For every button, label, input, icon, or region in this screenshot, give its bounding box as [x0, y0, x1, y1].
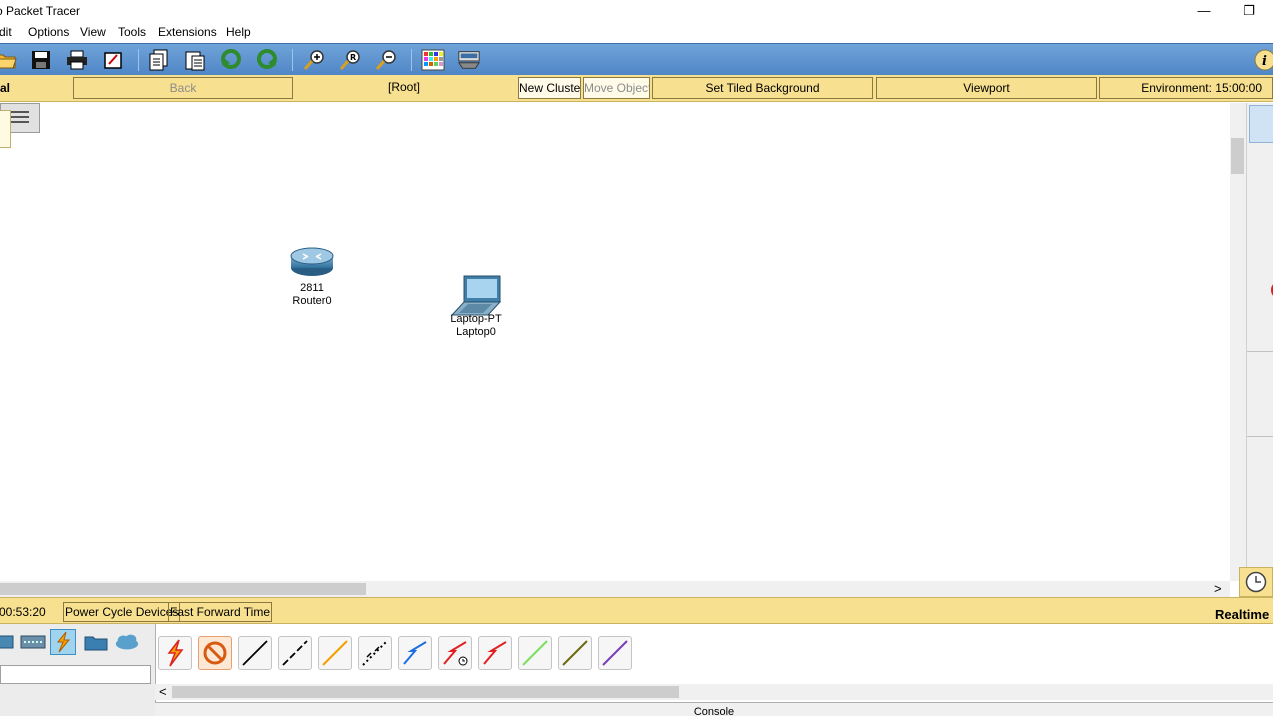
info-icon[interactable]: i: [1253, 48, 1273, 72]
redo-icon[interactable]: [255, 48, 279, 72]
cable-horizontal-scrollbar[interactable]: <: [155, 684, 1273, 700]
console-tab[interactable]: Console: [155, 702, 1273, 716]
router-name: Router0: [292, 295, 332, 307]
minimize-button[interactable]: —: [1192, 2, 1216, 20]
window-title: o Packet Tracer: [0, 4, 81, 18]
cloud-icon[interactable]: [114, 629, 140, 655]
logical-workspace[interactable]: [0, 103, 1230, 581]
activity-wizard-icon[interactable]: [101, 48, 125, 72]
cable-scroll-thumb[interactable]: [172, 686, 679, 698]
phone-icon[interactable]: [358, 636, 392, 670]
console-cable-icon[interactable]: [198, 636, 232, 670]
tools-divider: [1247, 436, 1273, 437]
restore-button[interactable]: ❐: [1237, 2, 1261, 20]
usb-icon[interactable]: [598, 636, 632, 670]
realtime-mode-label[interactable]: Realtime: [1215, 607, 1269, 622]
automatic-connection-icon[interactable]: [158, 636, 192, 670]
time-display: 00:53:20: [0, 605, 46, 619]
device-search-input[interactable]: [0, 665, 151, 684]
undo-icon[interactable]: [219, 48, 243, 72]
back-button[interactable]: Back: [73, 77, 293, 99]
power-cycle-devices-button[interactable]: Power Cycle Devices: [63, 602, 181, 622]
router-model: 2811: [300, 282, 324, 294]
laptop-device[interactable]: Laptop-PT Laptop0: [442, 275, 510, 339]
paste-icon[interactable]: [183, 48, 207, 72]
switch-icon[interactable]: [0, 629, 16, 655]
info-label: i: [1262, 54, 1267, 69]
zoom-in-icon[interactable]: [302, 48, 326, 72]
zoom-out-icon[interactable]: [374, 48, 398, 72]
logical-bar: al Back [Root] New Cluster Move Object S…: [0, 75, 1273, 102]
scroll-left-arrow[interactable]: <: [159, 684, 167, 699]
new-cluster-button[interactable]: New Cluster: [518, 77, 581, 99]
laptop-model: Laptop-PT: [450, 313, 502, 325]
workspace-horizontal-scrollbar[interactable]: >: [0, 581, 1230, 597]
fast-forward-time-button[interactable]: Fast Forward Time: [168, 602, 273, 622]
serial-dce-icon[interactable]: [438, 636, 472, 670]
iot-custom-icon[interactable]: [558, 636, 592, 670]
menu-tools[interactable]: Tools: [118, 25, 146, 39]
scroll-right-arrow[interactable]: >: [1214, 581, 1222, 596]
copy-icon[interactable]: [147, 48, 171, 72]
router-icon: [290, 247, 334, 276]
common-tools-bar: [1239, 103, 1273, 597]
toolbar-separator: [138, 49, 139, 71]
open-icon[interactable]: [0, 48, 18, 72]
connections-icon[interactable]: [50, 629, 76, 655]
crossover-icon[interactable]: [278, 636, 312, 670]
toolbar-separator: [292, 49, 293, 71]
menu-extensions[interactable]: Extensions: [158, 25, 217, 39]
palette-icon[interactable]: [421, 48, 445, 72]
palette-note: [0, 110, 11, 148]
menu-edit[interactable]: dit: [0, 25, 12, 39]
move-object-button[interactable]: Move Object: [583, 77, 650, 99]
serial-dte-icon[interactable]: [478, 636, 512, 670]
hub-icon[interactable]: [20, 629, 46, 655]
menu-options[interactable]: Options: [28, 25, 69, 39]
viewport-button[interactable]: Viewport: [876, 77, 1097, 99]
straight-through-icon[interactable]: [238, 636, 272, 670]
coaxial-icon[interactable]: [398, 636, 432, 670]
zoom-reset-icon[interactable]: R: [338, 48, 362, 72]
workspace-vertical-scrollbar[interactable]: [1230, 103, 1246, 581]
fiber-icon[interactable]: [318, 636, 352, 670]
custom-device-icon[interactable]: [457, 48, 481, 72]
svg-text:R: R: [350, 53, 356, 62]
clock-icon: [1245, 571, 1267, 593]
menu-view[interactable]: View: [80, 25, 106, 39]
octal-icon[interactable]: [518, 636, 552, 670]
root-label: [Root]: [293, 77, 515, 99]
logical-mode-label[interactable]: al: [0, 81, 10, 95]
vertical-scroll-thumb[interactable]: [1231, 138, 1244, 174]
menu-help[interactable]: Help: [226, 25, 251, 39]
print-icon[interactable]: [65, 48, 89, 72]
realtime-tab[interactable]: [1239, 567, 1273, 597]
set-tiled-background-button[interactable]: Set Tiled Background: [652, 77, 873, 99]
main-toolbar: R i: [0, 43, 1273, 75]
save-icon[interactable]: [29, 48, 53, 72]
laptop-name: Laptop0: [456, 326, 496, 338]
select-tool[interactable]: [1249, 105, 1273, 143]
toolbar-separator: [411, 49, 412, 71]
time-bar: 00:53:20 Power Cycle Devices Fast Forwar…: [0, 597, 1273, 624]
horizontal-scroll-thumb[interactable]: [0, 583, 366, 595]
menu-bar: dit Options View Tools Extensions Help: [0, 22, 1273, 42]
router-device[interactable]: 2811 Router0: [280, 246, 344, 308]
misc-icon[interactable]: [83, 629, 109, 655]
environment-button[interactable]: Environment: 15:00:00: [1099, 77, 1273, 99]
packet-tracer-window: o Packet Tracer — ❐ dit Options View Too…: [0, 0, 1273, 716]
title-bar: o Packet Tracer — ❐: [0, 0, 1273, 22]
tools-divider: [1247, 351, 1273, 352]
